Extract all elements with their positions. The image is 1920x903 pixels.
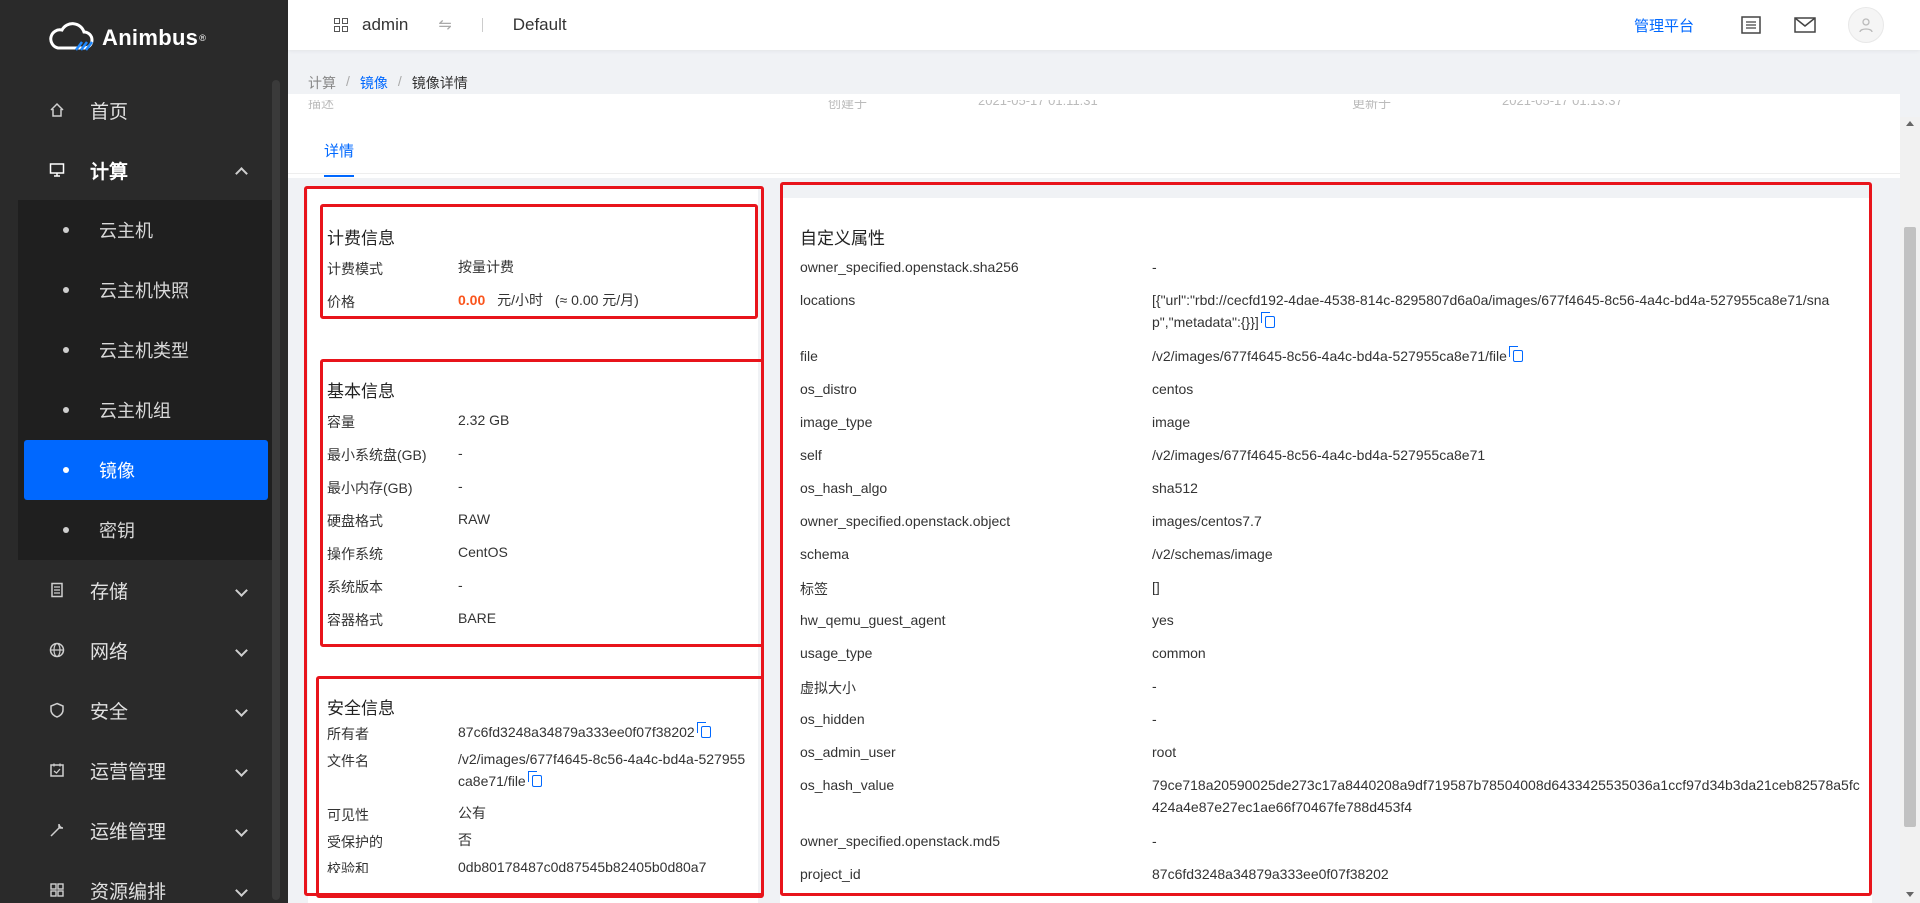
admin-platform-link[interactable]: 管理平台 bbox=[1634, 15, 1694, 36]
bullet-icon bbox=[63, 467, 69, 473]
bullet-icon bbox=[63, 227, 69, 233]
monitor-icon bbox=[48, 161, 66, 179]
app-name: Animbus bbox=[102, 25, 199, 50]
divider bbox=[481, 18, 483, 32]
scroll-down-icon[interactable] bbox=[1906, 892, 1914, 897]
menu-item-label: 资源编排 bbox=[90, 881, 167, 903]
menu-item-label: 首页 bbox=[90, 101, 129, 123]
breadcrumb-images[interactable]: 镜像 bbox=[360, 73, 388, 93]
page-scrollbar[interactable] bbox=[1900, 117, 1920, 903]
detail-tabs: 详情 bbox=[288, 134, 1900, 177]
wrench-icon bbox=[48, 821, 66, 839]
cloud-logo-icon bbox=[49, 22, 94, 51]
menu-item-maintenance[interactable]: 运维管理 bbox=[0, 800, 288, 860]
user-icon bbox=[1859, 18, 1873, 33]
menu-item-label: 网络 bbox=[90, 641, 129, 663]
bullet-icon bbox=[63, 527, 69, 533]
chevron-down-icon bbox=[235, 644, 248, 657]
app-logo[interactable]: Animbus ® bbox=[48, 22, 206, 54]
chevron-down-icon bbox=[235, 704, 248, 717]
mail-icon[interactable] bbox=[1794, 15, 1816, 35]
bullet-icon bbox=[63, 347, 69, 353]
current-user[interactable]: admin bbox=[362, 15, 408, 35]
breadcrumb-compute[interactable]: 计算 bbox=[308, 73, 336, 93]
sidebar: Animbus ® 首页 计算 云主机 云主机快照 云主机类型 云主机组 镜像 密… bbox=[0, 0, 288, 903]
chevron-down-icon bbox=[235, 764, 248, 777]
top-header: admin ⇋ Default 管理平台 bbox=[288, 0, 1920, 50]
sidebar-scrollbar[interactable] bbox=[272, 80, 280, 900]
scrollbar-thumb[interactable] bbox=[1904, 227, 1916, 827]
sidebar-item-instances[interactable]: 云主机 bbox=[18, 200, 274, 260]
menu-item-label: 存储 bbox=[90, 581, 129, 603]
list-icon[interactable] bbox=[1740, 15, 1762, 35]
menu-item-security[interactable]: 安全 bbox=[0, 680, 288, 740]
menu-item-network[interactable]: 网络 bbox=[0, 620, 288, 680]
menu-item-label: 安全 bbox=[90, 701, 129, 723]
menu-item-label: 计算 bbox=[90, 161, 129, 183]
menu-item-label: 运营管理 bbox=[90, 761, 167, 783]
chevron-down-icon bbox=[235, 824, 248, 837]
sidebar-item-instance-snapshots[interactable]: 云主机快照 bbox=[18, 260, 274, 320]
calendar-icon bbox=[48, 761, 66, 779]
chevron-down-icon bbox=[235, 884, 248, 897]
overview-row-partial: 描述 创建于 2021-05-17 01:11:31 更新于 2021-05-1… bbox=[308, 100, 1623, 111]
menu-item-storage[interactable]: 存储 bbox=[0, 560, 288, 620]
main-content: 描述 创建于 2021-05-17 01:11:31 更新于 2021-05-1… bbox=[288, 94, 1900, 903]
scroll-up-icon[interactable] bbox=[1906, 121, 1914, 126]
sidebar-item-server-groups[interactable]: 云主机组 bbox=[18, 380, 274, 440]
tab-detail[interactable]: 详情 bbox=[324, 140, 355, 177]
swap-icon[interactable]: ⇋ bbox=[438, 15, 451, 35]
bullet-icon bbox=[63, 287, 69, 293]
menu-item-operations[interactable]: 运营管理 bbox=[0, 740, 288, 800]
project-selector[interactable]: Default bbox=[513, 15, 567, 35]
main-menu: 首页 计算 云主机 云主机快照 云主机类型 云主机组 镜像 密钥 存储 网络 安… bbox=[0, 80, 288, 903]
sidebar-item-images[interactable]: 镜像 bbox=[24, 440, 268, 500]
storage-icon bbox=[48, 581, 66, 599]
grid-icon bbox=[48, 881, 66, 899]
globe-icon bbox=[48, 641, 66, 659]
grid-icon[interactable] bbox=[334, 18, 348, 32]
compute-submenu: 云主机 云主机快照 云主机类型 云主机组 镜像 密钥 bbox=[18, 200, 274, 560]
highlight-custom-attributes bbox=[780, 182, 1872, 896]
bullet-icon bbox=[63, 407, 69, 413]
menu-item-compute[interactable]: 计算 bbox=[0, 140, 288, 200]
menu-item-home[interactable]: 首页 bbox=[0, 80, 288, 140]
chevron-up-icon bbox=[235, 167, 248, 180]
menu-item-label: 运维管理 bbox=[90, 821, 167, 843]
avatar[interactable] bbox=[1848, 7, 1884, 43]
breadcrumb-image-detail: 镜像详情 bbox=[411, 75, 468, 91]
menu-item-orchestration[interactable]: 资源编排 bbox=[0, 860, 288, 903]
breadcrumb: 计算 / 镜像 / 镜像详情 bbox=[308, 73, 468, 93]
home-icon bbox=[48, 101, 66, 119]
shield-icon bbox=[48, 701, 66, 719]
chevron-down-icon bbox=[235, 584, 248, 597]
sidebar-item-keypairs[interactable]: 密钥 bbox=[18, 500, 274, 560]
highlight-left-column bbox=[304, 186, 764, 896]
sidebar-item-flavors[interactable]: 云主机类型 bbox=[18, 320, 274, 380]
